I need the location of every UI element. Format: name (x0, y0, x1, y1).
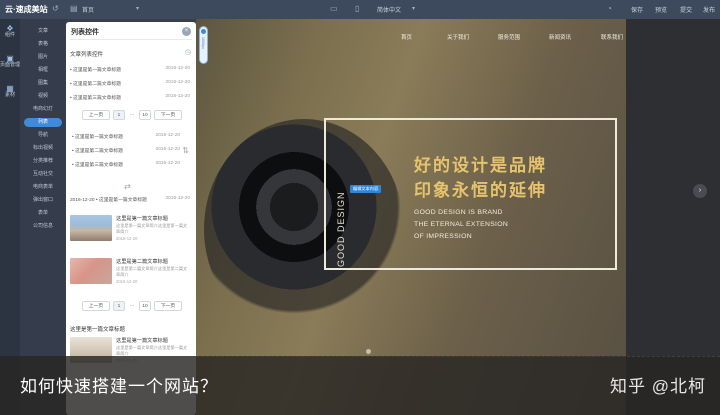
clock-icon: ◷ (184, 49, 191, 56)
language-selector[interactable]: 简体中文 (377, 5, 401, 14)
list-item[interactable]: • 这里是第二篇文章标题 2016-12-20 (70, 80, 190, 89)
card-desc: 这里是第一篇文章简介这里是第一篇文章简介 (116, 345, 188, 356)
category-popup[interactable]: 弹出窗口 (24, 196, 62, 205)
undo-icon[interactable]: ↺ (52, 4, 59, 14)
section-title: 文章列表控件 (70, 52, 104, 58)
list-item[interactable]: • 这里是第二篇文章标题 2016-12-20 (72, 147, 192, 156)
rail-item-pages[interactable]: ▣ 页面管理 (0, 55, 20, 69)
pagination-ellipsis: … (129, 303, 135, 308)
hero-english-2: THE ETERNAL EXTENSION (414, 221, 509, 228)
page-icon[interactable]: ▤ (70, 4, 78, 14)
next-page-button[interactable]: 下一页 (154, 110, 182, 120)
slider-handle[interactable] (201, 29, 206, 34)
list-item[interactable]: 2016-12-20 • 这里是第一篇文章标题 2016-12-20 (70, 196, 190, 205)
pagination: 上一页 1 … 10 下一页 (82, 110, 182, 120)
card-title: 这里是第一篇文章标题 (116, 338, 168, 344)
hero-headline-1[interactable]: 好的设计是品牌 (414, 151, 547, 176)
components-icon: ❖ (6, 24, 14, 33)
pagination: 上一页 1 … 10 下一页 (82, 301, 182, 311)
panel-title: 列表控件 (71, 29, 99, 36)
hero-english-1: GOOD DESIGN IS BRAND (414, 209, 503, 216)
submit-button[interactable]: 提交 (680, 5, 692, 14)
prev-page-button[interactable]: 上一页 (82, 110, 110, 120)
prev-page-button[interactable]: 上一页 (82, 301, 110, 311)
card-date: 2016-12-20 (116, 236, 138, 241)
rail-item-assets[interactable]: ▦ 素材 (0, 85, 20, 99)
sort-icon[interactable]: ⇅ (182, 146, 189, 155)
site-nav-contact[interactable]: 联系我们 (601, 33, 623, 41)
article-card[interactable]: 这里是第二篇文章标题 这里是第二篇文章简介这里是第二篇文章简介 2016-12-… (70, 258, 192, 288)
save-button[interactable]: 保存 (631, 5, 643, 14)
hero-vertical-text: GOOD DESIGN (336, 191, 346, 267)
category-video[interactable]: 视频 (24, 92, 62, 101)
category-nav[interactable]: 导航 (24, 131, 62, 140)
language-chevron-icon[interactable]: ▾ (412, 4, 415, 14)
close-icon[interactable]: × (182, 27, 191, 36)
category-image[interactable]: 图片 (24, 53, 62, 62)
category-form[interactable]: 表单 (24, 209, 62, 218)
panel-divider (70, 39, 192, 40)
page-selector[interactable]: 首页 (82, 5, 94, 14)
edit-text-tag[interactable]: 编辑文本内容 (350, 185, 382, 193)
category-recommend[interactable]: 分类推荐 (24, 157, 62, 166)
list-item[interactable]: • 这里是第三篇文章标题 2016-12-20 (72, 161, 192, 170)
rail-item-components[interactable]: ❖ 组件 (0, 25, 20, 39)
article-thumbnail (70, 215, 112, 241)
slider-label: 1000px (201, 37, 205, 49)
article-thumbnail (70, 258, 112, 284)
site-nav-news[interactable]: 新闻资讯 (549, 33, 571, 41)
assets-icon: ▦ (6, 84, 14, 93)
category-gallery[interactable]: 图集 (24, 79, 62, 88)
page-1-button[interactable]: 1 (113, 110, 125, 120)
caption-question: 如何快速搭建一个网站？ (20, 377, 218, 396)
card-title: 这里是第二篇文章标题 (116, 259, 168, 265)
chevron-down-icon[interactable]: ▾ (136, 4, 139, 14)
category-table[interactable]: 表格 (24, 40, 62, 49)
list-item[interactable]: • 这里是第一篇文章标题 2016-12-20 (70, 66, 190, 75)
publish-button[interactable]: 发布 (703, 5, 715, 14)
page-1-button[interactable]: 1 (113, 301, 125, 311)
site-nav-services[interactable]: 服务范围 (498, 33, 520, 41)
card-desc: 这里是第一篇文章简介这里是第一篇文章简介 (116, 223, 188, 234)
caption-overlay: 如何快速搭建一个网站？ 知乎 @北柯 (0, 356, 720, 415)
vertical-slider[interactable]: 1000px (199, 26, 208, 64)
hero-headline-2[interactable]: 印象永恒的延伸 (414, 176, 547, 201)
page-10-button[interactable]: 10 (139, 301, 151, 311)
list-item[interactable]: • 这里是第三篇文章标题 2016-12-20 (70, 94, 190, 103)
page-10-button[interactable]: 10 (139, 110, 151, 120)
desktop-view-icon[interactable]: ▭ (330, 4, 338, 14)
swap-icon[interactable]: ⇄ (124, 182, 131, 191)
next-page-button[interactable]: 下一页 (154, 301, 182, 311)
section-title: 这里是第一篇文章标题 (70, 327, 126, 333)
pagination-ellipsis: … (129, 112, 135, 117)
preview-button[interactable]: 预览 (655, 5, 667, 14)
article-card[interactable]: 这里是第一篇文章标题 这里是第一篇文章简介这里是第一篇文章简介 2016-12-… (70, 215, 192, 245)
site-nav-about[interactable]: 关于我们 (447, 33, 469, 41)
category-slides[interactable]: 电商幻灯 (24, 105, 62, 114)
card-date: 2016-12-20 (116, 279, 138, 284)
list-item[interactable]: • 这里是第一篇文章标题 2016-12-20 (72, 133, 192, 142)
top-toolbar: 云·速成美站 ↺ ▤ 首页 ▾ ▭ ▯ 简体中文 ▾ ◔ 保存 预览 提交 发布 (0, 0, 720, 19)
history-icon[interactable]: ◔ (607, 4, 612, 14)
category-article[interactable]: 文章 (24, 27, 62, 36)
card-desc: 这里是第二篇文章简介这里是第二篇文章简介 (116, 266, 188, 277)
category-shop-form[interactable]: 电商表单 (24, 183, 62, 192)
category-video2[interactable]: 标出视频 (24, 144, 62, 153)
slide-indicator[interactable] (366, 349, 376, 354)
pages-icon: ▣ (6, 54, 14, 63)
app-logo: 云·速成美站 (5, 5, 48, 14)
mobile-view-icon[interactable]: ▯ (355, 4, 359, 14)
slide-dot[interactable] (366, 349, 371, 354)
watermark-text: 知乎 @北柯 (610, 377, 706, 396)
card-title: 这里是第一篇文章标题 (116, 216, 168, 222)
category-frame[interactable]: 相框 (24, 66, 62, 75)
next-slide-icon[interactable]: › (693, 184, 707, 198)
category-list-active[interactable]: 列表 (24, 118, 62, 127)
site-nav-home[interactable]: 首页 (401, 33, 412, 41)
hero-english-3: OF IMPRESSION (414, 233, 472, 240)
category-company[interactable]: 公司信息 (24, 222, 62, 231)
category-social[interactable]: 互动社交 (24, 170, 62, 179)
